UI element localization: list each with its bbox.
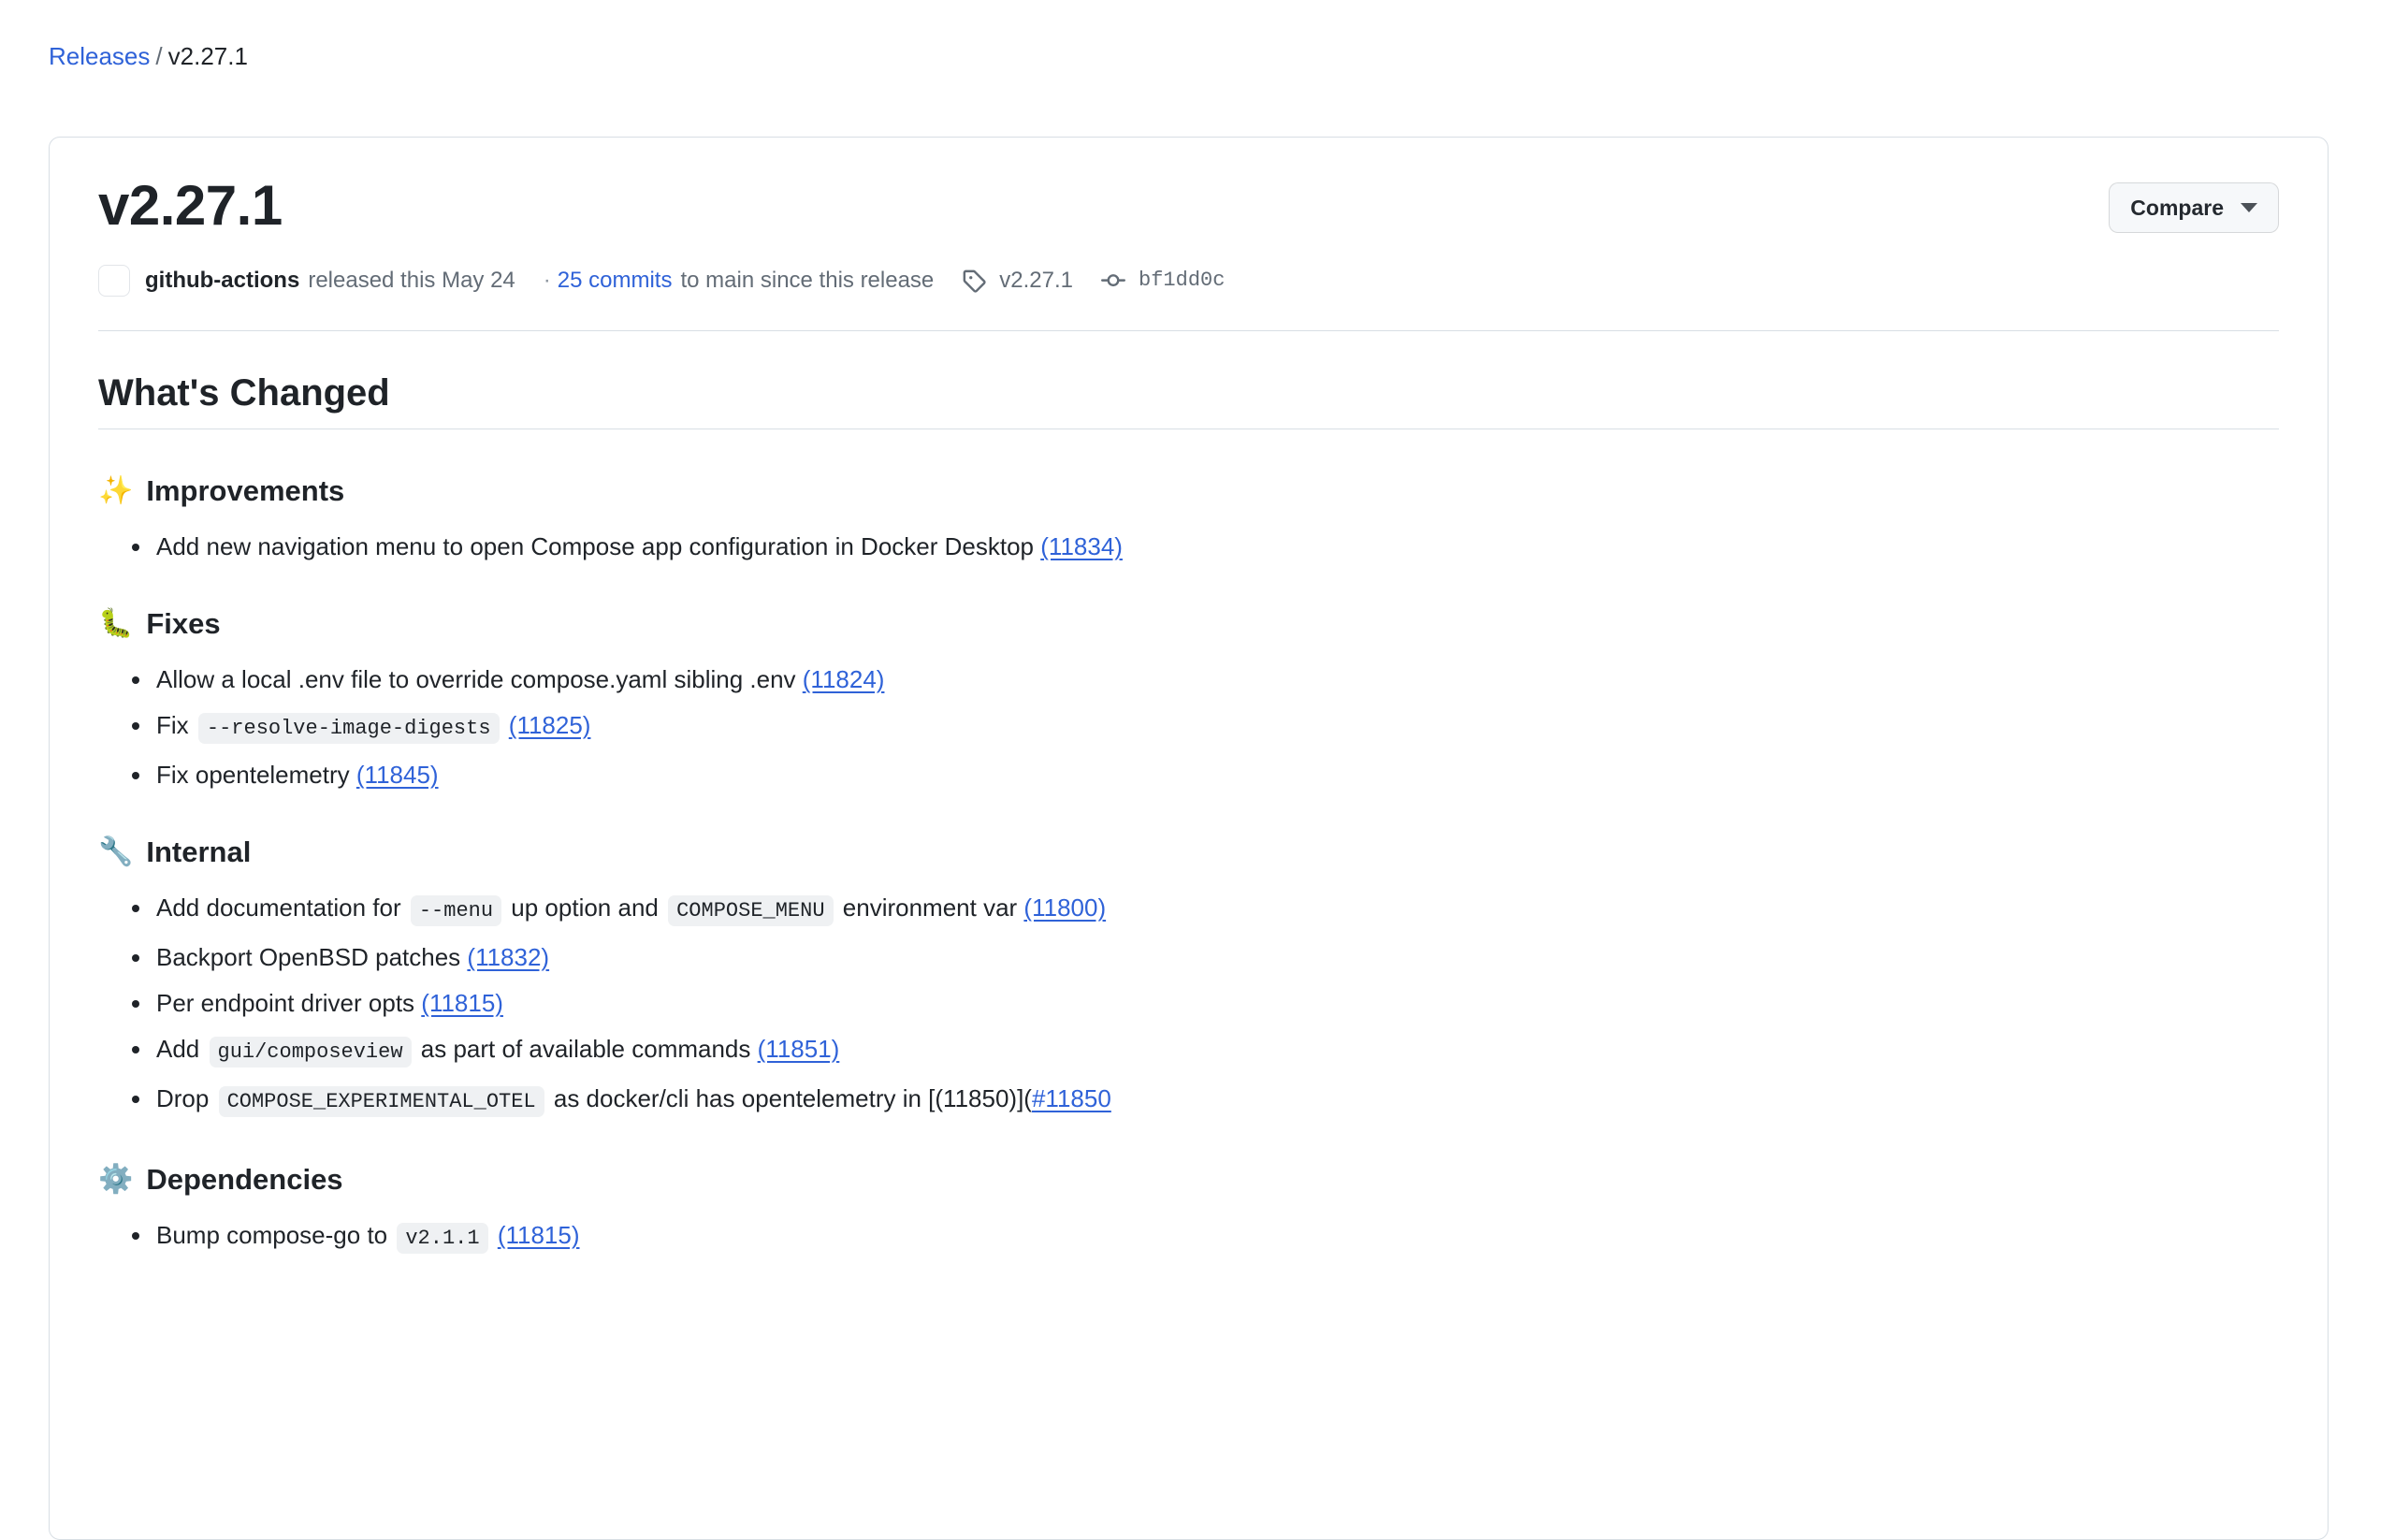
item-text: Fix: [156, 711, 196, 739]
section-list: Add documentation for --menu up option a…: [98, 892, 2279, 1118]
commit-icon: [1101, 269, 1126, 293]
compare-button[interactable]: Compare: [2109, 182, 2279, 233]
section-title: Fixes: [146, 607, 221, 640]
item-text: Add: [156, 1035, 207, 1063]
pr-link[interactable]: (11845): [356, 761, 439, 789]
tag-name: v2.27.1: [999, 268, 1074, 293]
item-text: [491, 1221, 498, 1249]
whats-changed-heading: What's Changed: [98, 370, 2279, 429]
section-list: Allow a local .env file to override comp…: [98, 663, 2279, 791]
tag-icon: [962, 269, 986, 293]
item-text: Backport OpenBSD patches: [156, 943, 468, 971]
meta-dot: ·: [543, 268, 551, 293]
section-list: Bump compose-go to v2.1.1 (11815): [98, 1219, 2279, 1255]
section-title: Internal: [146, 835, 252, 868]
commits-link[interactable]: 25 commits: [558, 267, 673, 295]
inline-code: COMPOSE_EXPERIMENTAL_OTEL: [218, 1086, 544, 1117]
breadcrumb-separator: /: [155, 42, 163, 70]
inline-code: v2.1.1: [397, 1223, 488, 1254]
inline-code: COMPOSE_MENU: [668, 895, 834, 926]
list-item: Per endpoint driver opts (11815): [132, 987, 2279, 1019]
item-text: Fix opentelemetry: [156, 761, 356, 789]
item-text: up option and: [504, 893, 666, 922]
list-item: Add gui/composeview as part of available…: [132, 1033, 2279, 1068]
item-text: Per endpoint driver opts: [156, 989, 422, 1017]
list-item: Drop COMPOSE_EXPERIMENTAL_OTEL as docker…: [132, 1082, 2279, 1118]
item-text: environment var: [835, 893, 1024, 922]
pr-link[interactable]: (11825): [509, 711, 591, 739]
section-title: Improvements: [146, 474, 345, 507]
breadcrumb-current: v2.27.1: [167, 42, 248, 70]
pr-link[interactable]: (11832): [467, 943, 549, 971]
breadcrumb-releases-link[interactable]: Releases: [49, 42, 150, 70]
bug-emoji: 🐛: [98, 608, 134, 639]
section-list: Add new navigation menu to open Compose …: [98, 530, 2279, 562]
release-body: What's Changed ✨ Improvements Add new navi…: [50, 370, 2328, 1255]
changelog-sections: ✨ Improvements Add new navigation menu to …: [98, 472, 2279, 1255]
pr-link[interactable]: (11834): [1040, 532, 1123, 560]
pr-link[interactable]: #11850: [1032, 1084, 1111, 1112]
item-text: Add new navigation menu to open Compose …: [156, 532, 1041, 560]
item-text: as docker/cli has opentelemetry in [(118…: [546, 1084, 1032, 1112]
list-item: Bump compose-go to v2.1.1 (11815): [132, 1219, 2279, 1255]
release-date-text: released this May 24: [308, 268, 515, 293]
section-heading: 🔧 Internal: [98, 834, 2279, 871]
list-item: Fix --resolve-image-digests (11825): [132, 709, 2279, 745]
inline-code: gui/composeview: [209, 1037, 412, 1068]
list-item: Add new navigation menu to open Compose …: [132, 530, 2279, 562]
list-item: Backport OpenBSD patches (11832): [132, 941, 2279, 973]
breadcrumb: Releases / v2.27.1: [49, 42, 248, 70]
avatar[interactable]: [98, 265, 130, 297]
release-header: Compare v2.27.1 github-actions released …: [50, 138, 2328, 331]
pr-link[interactable]: (11815): [498, 1221, 580, 1249]
sparkles-emoji: ✨: [98, 475, 134, 506]
commit-sha: bf1dd0c: [1139, 269, 1226, 292]
section-heading: 🐛 Fixes: [98, 605, 2279, 643]
pr-link[interactable]: (11851): [758, 1035, 840, 1063]
list-item: Add documentation for --menu up option a…: [132, 892, 2279, 927]
gear-emoji: ⚙️: [98, 1164, 134, 1195]
inline-code: --resolve-image-digests: [197, 713, 500, 744]
list-item: Allow a local .env file to override comp…: [132, 663, 2279, 695]
commits-suffix: to main since this release: [680, 268, 935, 293]
release-meta: github-actions released this May 24 · 25…: [98, 265, 2279, 297]
section-heading: ⚙️ Dependencies: [98, 1161, 2279, 1199]
inline-code: --menu: [410, 895, 502, 926]
wrench-emoji: 🔧: [98, 836, 134, 867]
section-heading: ✨ Improvements: [98, 472, 2279, 510]
pr-link[interactable]: (11800): [1023, 893, 1106, 922]
page-title: v2.27.1: [98, 174, 283, 237]
list-item: Fix opentelemetry (11845): [132, 759, 2279, 791]
item-text: Drop: [156, 1084, 216, 1112]
compare-button-label: Compare: [2130, 195, 2224, 220]
section-title: Dependencies: [146, 1163, 343, 1196]
release-card: Compare v2.27.1 github-actions released …: [49, 137, 2329, 1540]
item-text: as part of available commands: [414, 1035, 758, 1063]
item-text: Bump compose-go to: [156, 1221, 395, 1249]
header-divider: [98, 330, 2279, 331]
release-author[interactable]: github-actions: [145, 267, 299, 295]
item-text: [502, 711, 509, 739]
chevron-down-icon: [2241, 203, 2257, 212]
pr-link[interactable]: (11815): [421, 989, 503, 1017]
item-text: Add documentation for: [156, 893, 408, 922]
pr-link[interactable]: (11824): [803, 665, 885, 693]
item-text: Allow a local .env file to override comp…: [156, 665, 803, 693]
